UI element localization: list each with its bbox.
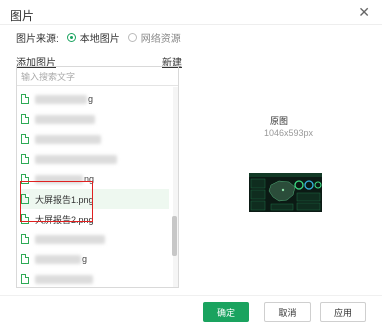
list-item-report-1[interactable]: 大屏报告1.png [21,189,169,209]
image-dialog: 图片 ✕ 图片来源: 本地图片 网络资源 添加图片 新建 g [0,0,382,327]
image-list-panel: g ng 大屏报告1.png [16,66,179,288]
scrollbar-track [173,87,178,287]
file-name-suffix: ng [84,174,95,184]
dashboard-thumbnail-graphic [249,173,322,212]
blurred-filename [35,154,117,164]
list-item[interactable] [21,149,169,169]
cancel-button[interactable]: 取消 [264,302,311,322]
close-icon[interactable]: ✕ [358,4,370,21]
list-item[interactable]: ng [21,169,169,189]
preview-original-label: 原图 [270,116,289,126]
list-item[interactable]: g [21,249,169,269]
radio-unchecked-icon [127,33,137,42]
file-icon [21,154,29,164]
image-preview-thumbnail [249,173,322,212]
dialog-title: 图片 [10,9,35,23]
radio-local-image[interactable]: 本地图片 [66,30,120,45]
radio-network-resource-label: 网络资源 [140,34,181,45]
file-icon [21,114,29,124]
preview-dimensions: 1046x593px [264,128,314,138]
blurred-filename [35,234,105,244]
list-item[interactable] [21,229,169,249]
blurred-filename [35,94,87,104]
file-icon [21,254,29,264]
file-icon [21,174,29,184]
search-divider [17,85,178,86]
blurred-filename [35,274,93,284]
file-name: 大屏报告2.png [35,214,94,225]
file-name-suffix: g [88,94,94,104]
search-input[interactable] [21,70,171,83]
file-icon [21,134,29,144]
file-icon [21,234,29,244]
scrollbar-thumb[interactable] [172,216,177,256]
blurred-filename [35,134,101,144]
footer-divider [0,295,382,296]
list-item[interactable]: g [21,89,169,109]
radio-checked-icon [66,33,76,42]
blurred-filename [35,114,95,124]
file-icon [21,274,29,284]
apply-button[interactable]: 应用 [320,302,366,322]
file-icon [21,214,29,224]
blurred-filename [35,174,83,184]
blurred-filename [35,254,81,264]
list-item-report-2[interactable]: 大屏报告2.png [21,209,169,229]
file-list: g ng 大屏报告1.png 大屏报告2.png g [17,87,171,287]
ok-button[interactable]: 确定 [203,302,249,322]
list-item[interactable] [21,109,169,129]
file-name-suffix: g [82,254,88,264]
list-item[interactable] [21,269,169,287]
file-icon [21,94,29,104]
radio-local-image-label: 本地图片 [79,34,120,45]
image-source-row: 图片来源: 本地图片 网络资源 [16,30,181,45]
title-divider [0,24,382,25]
list-item[interactable] [21,129,169,149]
radio-network-resource[interactable]: 网络资源 [127,30,181,45]
image-source-label: 图片来源: [16,34,59,45]
file-name: 大屏报告1.png [35,194,94,205]
file-icon [21,194,29,204]
